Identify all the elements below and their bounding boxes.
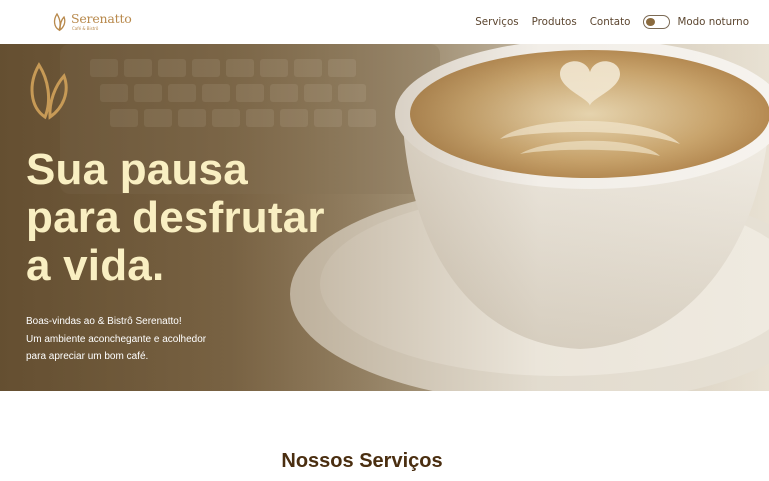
- hero-title-line-2-bold: desfrutar: [132, 193, 325, 242]
- hero-title: Sua pausa para desfrutar a vida.: [26, 146, 325, 290]
- brand-name: Serenatto: [71, 11, 132, 27]
- nav-item-servicos[interactable]: Serviços: [475, 16, 518, 28]
- dark-mode-label: Modo noturno: [677, 16, 749, 28]
- dark-mode-toggle[interactable]: [643, 15, 671, 29]
- brand-logo[interactable]: Serenatto Café & Bistrô: [52, 12, 132, 32]
- services-title: Nossos Serviços: [281, 450, 443, 472]
- hero-title-line-2-regular: para: [26, 193, 133, 242]
- hero-description: Boas-vindas ao & Bistrô Serenatto! Um am…: [26, 313, 206, 366]
- toggle-knob: [646, 18, 656, 26]
- hero-title-line-2: para desfrutar: [26, 194, 325, 242]
- site-header: Serenatto Café & Bistrô Serviços Produto…: [0, 0, 769, 44]
- hero-text-line-1: Boas-vindas ao & Bistrô Serenatto!: [26, 316, 182, 327]
- brand-subtitle: Café & Bistrô: [72, 25, 99, 31]
- hero-text-line-3: para apreciar um bom café.: [26, 351, 149, 362]
- hero-text-line-2: Um ambiente aconchegante e acolhedor: [26, 333, 207, 345]
- leaf-logo-icon: [53, 12, 66, 32]
- hero-title-line-1: Sua pausa: [26, 145, 248, 194]
- hero-banner: Sua pausa para desfrutar a vida. Boas-vi…: [0, 44, 769, 391]
- main-nav: Serviços Produtos Contato Modo noturno: [475, 15, 749, 29]
- nav-item-contato[interactable]: Contato: [590, 16, 631, 28]
- leaf-icon: [30, 62, 68, 120]
- nav-item-produtos[interactable]: Produtos: [532, 16, 577, 28]
- dark-mode-control: Modo noturno: [643, 15, 749, 29]
- hero-title-line-3: a vida.: [26, 241, 165, 290]
